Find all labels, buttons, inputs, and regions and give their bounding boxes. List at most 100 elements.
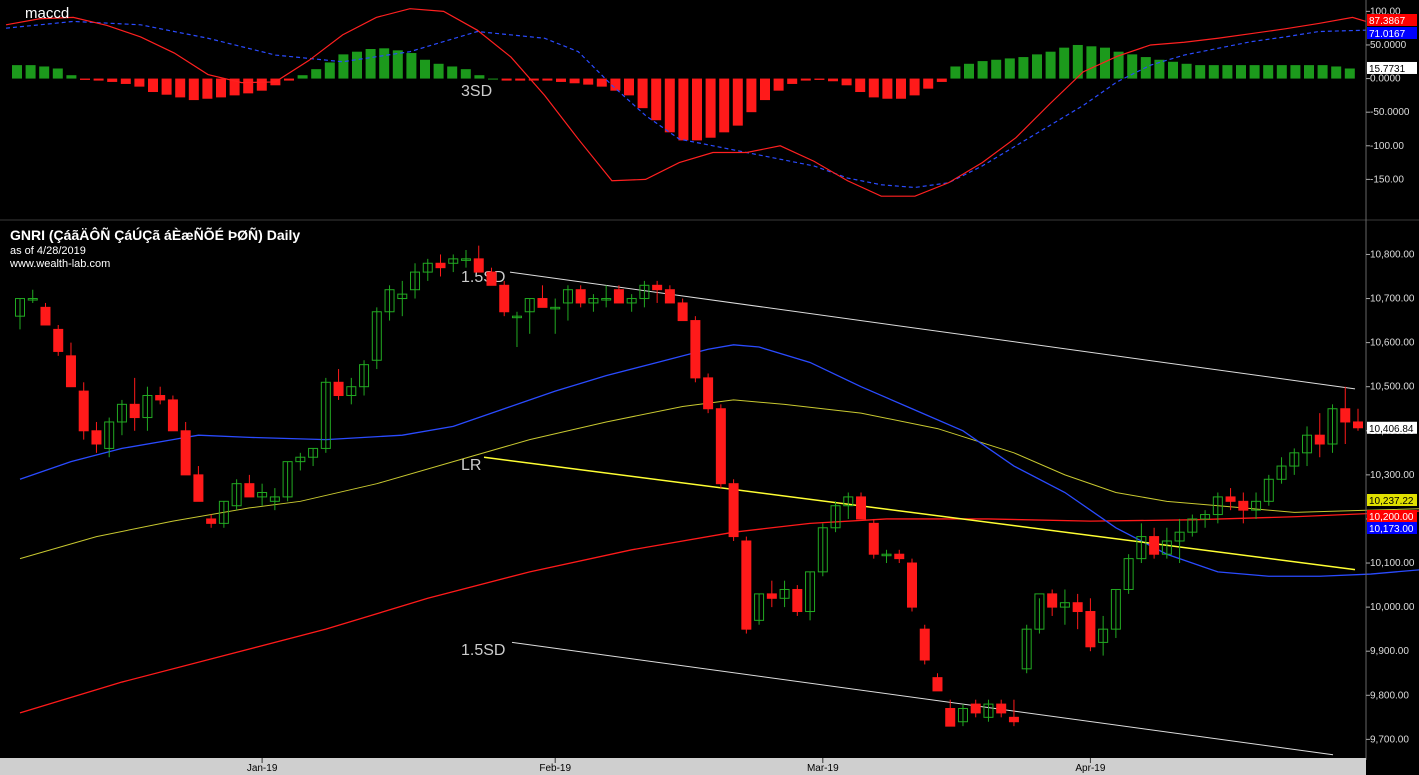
x-tick-label: Apr-19 (1075, 763, 1105, 774)
candle-body (53, 328, 64, 352)
macd-label: maccd (25, 5, 70, 22)
candle-body (703, 377, 714, 410)
macd-histogram-bar (379, 48, 390, 79)
candle-body (664, 289, 675, 304)
annotation-lower-sd: 1.5SD (461, 642, 505, 659)
macd-histogram-bar (637, 78, 648, 109)
macd-histogram-bar (297, 75, 308, 79)
x-axis-strip (0, 758, 1366, 775)
macd-histogram-bar (705, 78, 716, 138)
macd-histogram-bar (134, 78, 145, 87)
macd-histogram-bar (1004, 58, 1015, 79)
macd-histogram-bar (243, 78, 254, 94)
macd-histogram-bar (1059, 47, 1070, 79)
macd-histogram-bar (515, 78, 526, 81)
as-of-date: as of 4/28/2019 (10, 245, 86, 257)
macd-y-tick-label: -50.0000 (1370, 107, 1410, 118)
price-y-tick-label: 10,100.00 (1370, 558, 1415, 569)
macd-histogram-bar (787, 78, 798, 84)
macd-histogram-bar (1344, 68, 1355, 79)
price-badge-label: 10,200.00 (1369, 512, 1414, 523)
macd-y-tick-label: 0.0000 (1370, 74, 1401, 85)
x-tick-label: Jan-19 (247, 763, 278, 774)
macd-histogram-bar (800, 78, 811, 81)
candle-body (856, 496, 867, 520)
macd-histogram-bar (1086, 46, 1097, 79)
macd-histogram-bar (1032, 54, 1042, 79)
macd-histogram-bar (732, 78, 743, 126)
macd-histogram-bar (1018, 57, 1029, 79)
macd-histogram-bar (1317, 65, 1328, 79)
macd-histogram-bar (855, 78, 866, 93)
macd-histogram-bar (1290, 65, 1301, 79)
candle-body (715, 408, 726, 485)
macd-histogram-bar (814, 78, 825, 80)
macd-histogram-bar (433, 63, 444, 79)
macd-histogram-bar (175, 78, 186, 98)
chart-canvas: 3SD 1.5SDLR1.5SD 100.0050.00000.0000-50.… (0, 0, 1419, 775)
candle-body (78, 390, 89, 432)
candle-body (766, 593, 777, 599)
price-y-tick-label: 10,500.00 (1370, 382, 1415, 393)
macd-histogram-bar (120, 78, 131, 84)
candle-body (486, 271, 497, 286)
macd-histogram-bar (583, 78, 594, 85)
macd-histogram-bar (651, 78, 662, 121)
macd-histogram-bar (188, 78, 199, 101)
macd-histogram-bar (161, 78, 172, 95)
macd-histogram-bar (311, 69, 322, 79)
candle-body (499, 284, 510, 313)
macd-histogram-bar (1195, 65, 1206, 79)
candle-body (473, 258, 484, 273)
macd-histogram-bar (692, 78, 702, 141)
lr-upper-band (509, 271, 1356, 390)
macd-histogram-bar (868, 78, 879, 98)
macd-histogram-bar (284, 78, 294, 81)
candle-body (40, 306, 51, 326)
candle-body (677, 302, 688, 322)
candle-body (65, 355, 76, 388)
macd-histogram-bar (474, 75, 485, 79)
macd-histogram-bar (406, 53, 417, 79)
macd-histogram-bar (923, 78, 934, 89)
macd-histogram-bar (460, 69, 471, 79)
macd-histogram-bar (1263, 65, 1274, 79)
candle-body (1238, 500, 1249, 511)
macd-histogram-bar (324, 62, 335, 79)
candle-body (91, 430, 102, 445)
macd-histogram-bar (746, 78, 757, 113)
price-y-tick-label: 10,600.00 (1370, 338, 1415, 349)
candle-body (537, 298, 548, 308)
candle-body (1340, 408, 1351, 423)
candle-body (435, 262, 446, 269)
macd-y-tick-label: 50.0000 (1370, 40, 1407, 51)
macd-histogram-bar (841, 78, 852, 86)
candle-body (193, 474, 204, 502)
candle-body (333, 381, 344, 397)
macd-histogram-bar (773, 78, 784, 91)
macd-histogram-bar (1208, 65, 1219, 79)
candle-body (1085, 611, 1096, 648)
x-tick-label: Mar-19 (807, 763, 839, 774)
price-badge-label: 10,406.84 (1369, 424, 1414, 435)
candle-body (868, 522, 879, 555)
candle-body (155, 395, 166, 401)
macd-histogram-bar (80, 78, 90, 80)
candle-body (167, 399, 178, 432)
macd-histogram-bar (936, 78, 947, 82)
candle-body (970, 703, 981, 714)
macd-histogram-bar (352, 51, 362, 79)
candle-body (206, 518, 217, 524)
macd-histogram-bar (66, 75, 77, 79)
macd-y-tick-label: -100.00 (1370, 141, 1404, 152)
chart-title: GNRI (ÇáãÄÔÑ ÇáÚÇã áÈæÑÕÉ ÞØÑ) Daily (10, 227, 301, 243)
macd-histogram-bar (338, 54, 349, 79)
macd-badge-label: 15.7731 (1369, 64, 1406, 75)
macd-histogram-bar (420, 59, 430, 79)
macd-pane: 3SD (5, 8, 1367, 197)
macd-y-tick-label: -150.00 (1370, 174, 1404, 185)
macd-histogram-bar (882, 78, 893, 99)
macd-histogram-bar (93, 78, 104, 81)
candle-body (932, 677, 943, 692)
macd-histogram-bar (1168, 61, 1178, 79)
